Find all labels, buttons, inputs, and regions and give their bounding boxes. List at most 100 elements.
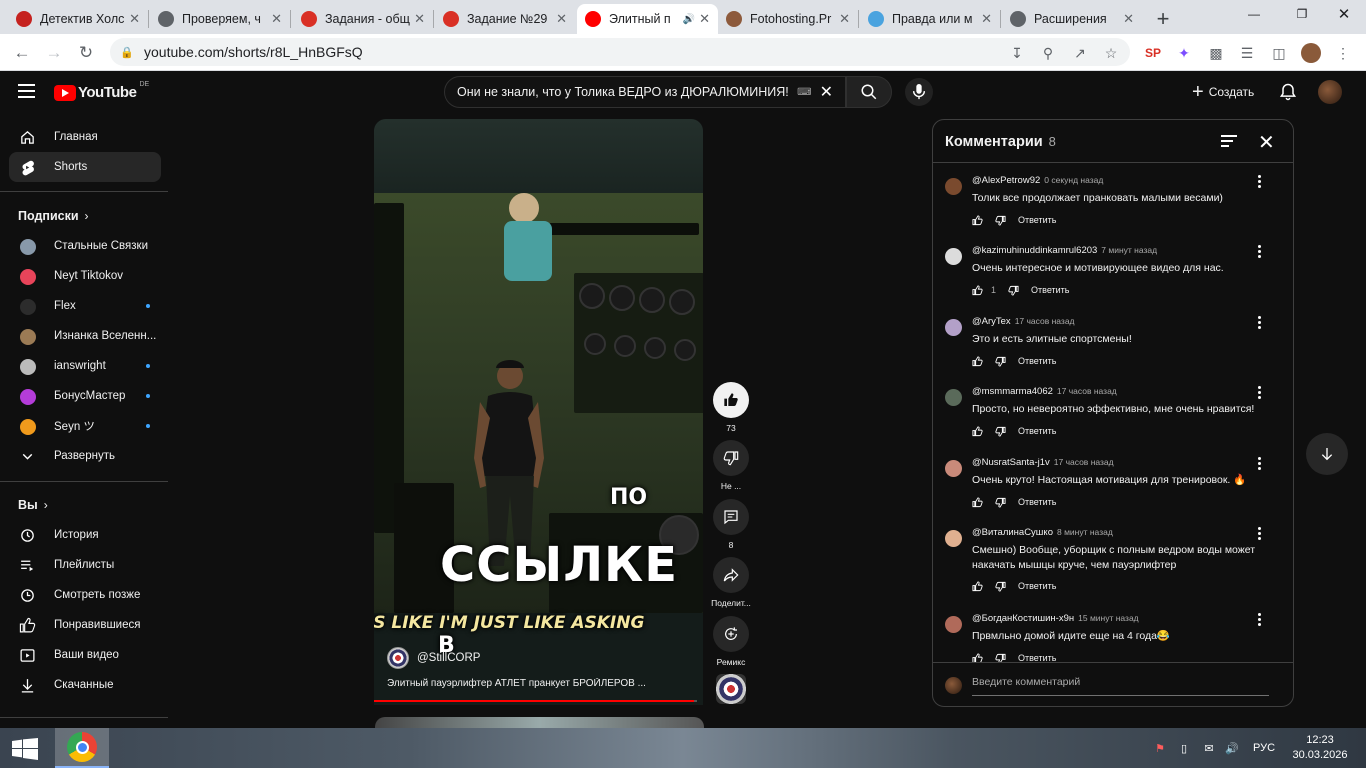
tab-close-icon[interactable]: ✕ — [981, 11, 992, 27]
comment-time[interactable]: 15 минут назад — [1078, 613, 1139, 623]
chrome-taskbar-button[interactable] — [55, 728, 109, 768]
sidebar-item-home[interactable]: Главная — [9, 122, 161, 152]
commenter-avatar[interactable] — [945, 460, 962, 477]
commenter-avatar[interactable] — [945, 530, 962, 547]
side-panel-icon[interactable]: ◫ — [1269, 43, 1289, 63]
thumbs-up-icon[interactable] — [972, 284, 983, 296]
network-warning-icon[interactable]: ⚑ — [1151, 740, 1169, 756]
channel-info[interactable]: @StillCORP — [387, 647, 480, 669]
chat-icon[interactable]: ✉ — [1200, 740, 1218, 756]
taskbar-clock[interactable]: 12:23 30.03.2026 — [1288, 733, 1352, 763]
dislike-action[interactable]: Не ... — [713, 440, 749, 491]
reply-button[interactable]: Ответить — [1018, 581, 1056, 591]
thumbs-up-icon[interactable] — [972, 580, 983, 592]
thumbs-down-icon[interactable] — [995, 356, 1006, 367]
sidebar-item-downloads[interactable]: Скачанные — [9, 670, 161, 700]
reply-button[interactable]: Ответить — [1031, 285, 1069, 295]
share-page-icon[interactable]: ↗ — [1070, 43, 1090, 63]
notifications-bell-icon[interactable] — [1278, 82, 1298, 102]
you-heading[interactable]: Вы › — [18, 498, 48, 512]
comment-more-icon[interactable] — [1258, 316, 1262, 331]
comments-action[interactable]: 8 — [713, 499, 749, 550]
comment-more-icon[interactable] — [1258, 613, 1262, 628]
power-icon[interactable]: ▯ — [1175, 740, 1193, 756]
comment-time[interactable]: 17 часов назад — [1057, 386, 1117, 396]
menu-icon[interactable] — [18, 84, 35, 102]
channel-name[interactable]: @StillCORP — [417, 652, 480, 664]
tab-8[interactable]: Расширения ✕ — [1002, 4, 1142, 34]
comment-author[interactable]: @AlexPetrow92 — [972, 175, 1040, 186]
tab-close-icon[interactable]: ✕ — [414, 11, 425, 27]
zoom-icon[interactable]: ⚲ — [1038, 43, 1058, 63]
tab-close-icon[interactable]: ✕ — [699, 11, 710, 27]
keyboard-icon[interactable]: ⌨ — [797, 87, 811, 98]
thumbs-up-icon[interactable] — [972, 425, 983, 437]
browser-menu-icon[interactable]: ⋮ — [1333, 43, 1353, 63]
extension-icon[interactable]: ✦ — [1174, 43, 1194, 63]
comment-more-icon[interactable] — [1258, 245, 1262, 260]
next-short-preview[interactable] — [375, 717, 704, 728]
sound-source-thumbnail[interactable] — [716, 674, 746, 704]
thumbs-down-icon[interactable] — [995, 497, 1006, 508]
reply-button[interactable]: Ответить — [1018, 497, 1056, 507]
thumbs-down-icon[interactable] — [995, 581, 1006, 592]
sp-extension-icon[interactable]: SP — [1143, 43, 1163, 63]
sidebar-subscription[interactable]: Seyn ツ — [9, 411, 161, 441]
reply-button[interactable]: Ответить — [1018, 653, 1056, 662]
comments-list[interactable]: @AlexPetrow92 0 секунд назад Толик все про… — [933, 164, 1293, 662]
comment-time[interactable]: 8 минут назад — [1057, 527, 1113, 537]
comment-time[interactable]: 17 часов назад — [1015, 316, 1075, 326]
voice-search-button[interactable] — [905, 78, 933, 106]
comment-time[interactable]: 17 часов назад — [1054, 457, 1114, 467]
commenter-avatar[interactable] — [945, 319, 962, 336]
thumbs-up-icon[interactable] — [972, 496, 983, 508]
sidebar-item-history[interactable]: История — [9, 520, 161, 550]
subscriptions-heading[interactable]: Подписки › — [18, 209, 89, 223]
minimize-button[interactable]: — — [1232, 0, 1276, 28]
dislike-button[interactable] — [713, 440, 749, 476]
tab-7[interactable]: Правда или м ✕ — [860, 4, 1000, 34]
comment-author[interactable]: @NusratSanta-j1v — [972, 457, 1050, 468]
comment-more-icon[interactable] — [1258, 175, 1262, 190]
extensions-puzzle-icon[interactable]: ▩ — [1206, 43, 1226, 63]
expand-subscriptions-button[interactable]: Развернуть — [9, 441, 161, 471]
reply-button[interactable]: Ответить — [1018, 356, 1056, 366]
like-action[interactable]: 73 — [713, 382, 749, 433]
comment-author[interactable]: @БогданКостишин-х9н — [972, 613, 1074, 624]
tab-2[interactable]: Проверяем, ч ✕ — [150, 4, 290, 34]
tab-close-icon[interactable]: ✕ — [1123, 11, 1134, 27]
install-icon[interactable]: ↧ — [1007, 43, 1027, 63]
video-progress-bar[interactable] — [374, 700, 697, 702]
commenter-avatar[interactable] — [945, 178, 962, 195]
close-window-button[interactable]: ✕ — [1322, 0, 1366, 28]
sidebar-item-liked[interactable]: Понравившиеся — [9, 610, 161, 640]
address-bar[interactable]: 🔒 youtube.com/shorts/r8L_HnBGFsQ — [110, 38, 1130, 66]
thumbs-down-icon[interactable] — [995, 426, 1006, 437]
tab-6[interactable]: Fotohosting.Pr ✕ — [718, 4, 858, 34]
comment-author[interactable]: @msmmarma4062 — [972, 386, 1053, 397]
thumbs-up-icon[interactable] — [972, 652, 983, 663]
sidebar-item-watch-later[interactable]: Смотреть позже — [9, 580, 161, 610]
commenter-avatar[interactable] — [945, 248, 962, 265]
search-button[interactable] — [846, 76, 892, 108]
thumbs-down-icon[interactable] — [995, 215, 1006, 226]
short-video-player[interactable]: ПО ССЫЛКЕ 'S LIKE I'M JUST LIKE ASKING В… — [374, 119, 703, 705]
comment-input[interactable]: Введите комментарий — [972, 676, 1269, 696]
sidebar-subscription[interactable]: ianswright — [9, 351, 161, 381]
media-queue-icon[interactable]: ☰ — [1237, 43, 1257, 63]
youtube-logo[interactable]: YouTube DE — [54, 81, 149, 101]
sidebar-subscription[interactable]: Flex — [9, 291, 161, 321]
thumbs-up-icon[interactable] — [972, 214, 983, 226]
tab-close-icon[interactable]: ✕ — [556, 11, 567, 27]
comment-time[interactable]: 7 минут назад — [1101, 245, 1157, 255]
comment-more-icon[interactable] — [1258, 527, 1262, 542]
comment-time[interactable]: 0 секунд назад — [1044, 175, 1103, 185]
thumbs-down-icon[interactable] — [995, 653, 1006, 663]
sidebar-subscription[interactable]: Neyt Tiktokov — [9, 261, 161, 291]
thumbs-down-icon[interactable] — [1008, 285, 1019, 296]
tab-close-icon[interactable]: ✕ — [839, 11, 850, 27]
close-icon[interactable]: ✕ — [1258, 130, 1275, 155]
bookmark-star-icon[interactable]: ☆ — [1101, 43, 1121, 63]
share-button[interactable] — [713, 557, 749, 593]
windows-start-icon[interactable] — [12, 738, 38, 760]
